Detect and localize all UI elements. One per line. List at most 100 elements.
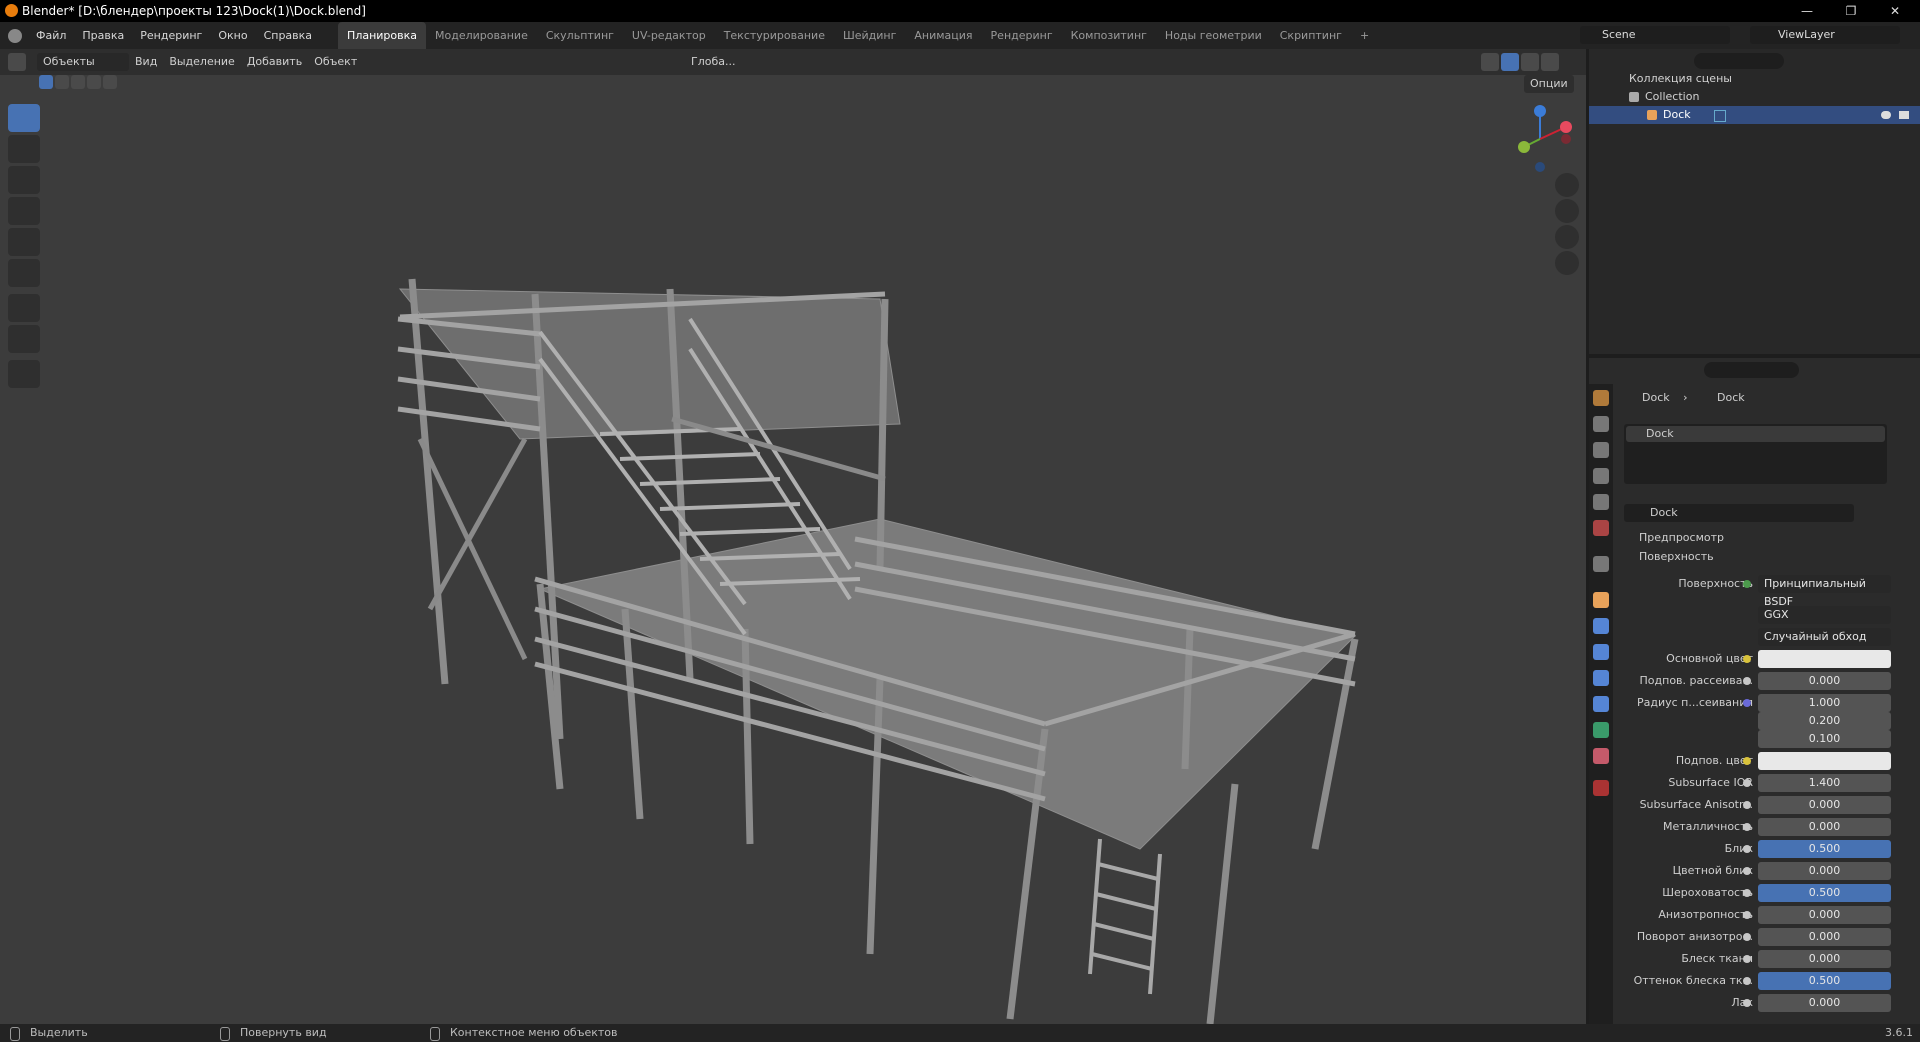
particles-tab-icon[interactable] xyxy=(1593,644,1609,660)
tab-scripting[interactable]: Скриптинг xyxy=(1271,22,1351,49)
select-extend-icon[interactable] xyxy=(55,75,69,89)
measure-tool[interactable] xyxy=(8,325,40,353)
menu-add[interactable]: Добавить xyxy=(241,53,308,71)
surface-shader-field[interactable]: Принципиальный BSDF xyxy=(1758,575,1891,608)
subsurface-method-dropdown[interactable]: Случайный обход xyxy=(1758,628,1891,646)
annotate-tool[interactable] xyxy=(8,294,40,322)
3d-viewport[interactable] xyxy=(0,49,1586,1024)
data-tab-icon[interactable] xyxy=(1593,722,1609,738)
add-cube-tool[interactable] xyxy=(8,360,40,388)
base-color-swatch[interactable] xyxy=(1758,650,1891,668)
rendered-shading-icon[interactable] xyxy=(1541,53,1559,71)
render-tab-icon[interactable] xyxy=(1593,416,1609,432)
outliner-row-collection[interactable]: Collection xyxy=(1589,88,1920,106)
menu-view[interactable]: Вид xyxy=(129,53,163,71)
outliner-row-dock[interactable]: Dock xyxy=(1589,106,1920,124)
view-layer-tab-icon[interactable] xyxy=(1593,468,1609,484)
outliner-search-field[interactable] xyxy=(1694,53,1784,69)
distribution-dropdown[interactable]: GGX xyxy=(1758,606,1891,624)
ortho-grid-icon[interactable] xyxy=(1555,251,1579,275)
sheen-field[interactable]: 0.000 xyxy=(1758,950,1891,968)
material-tab-icon[interactable] xyxy=(1593,748,1609,764)
world-tab-icon[interactable] xyxy=(1593,520,1609,536)
zoom-icon[interactable] xyxy=(1555,173,1579,197)
menu-help[interactable]: Справка xyxy=(256,22,320,49)
solid-shading-icon[interactable] xyxy=(1501,53,1519,71)
tab-layout[interactable]: Планировка xyxy=(338,22,427,49)
tool-tab-icon[interactable] xyxy=(1593,390,1609,406)
transform-tool[interactable] xyxy=(8,259,40,287)
scale-tool[interactable] xyxy=(8,228,40,256)
maximize-button[interactable]: ❐ xyxy=(1828,0,1874,22)
subsurface-radius-y-field[interactable]: 0.200 xyxy=(1758,712,1891,730)
select-intersect-icon[interactable] xyxy=(103,75,117,89)
metallic-field[interactable]: 0.000 xyxy=(1758,818,1891,836)
tab-animation[interactable]: Анимация xyxy=(905,22,981,49)
select-invert-icon[interactable] xyxy=(87,75,101,89)
pan-hand-icon[interactable] xyxy=(1555,199,1579,223)
tab-compositing[interactable]: Композитинг xyxy=(1062,22,1156,49)
mode-selector[interactable]: Объекты xyxy=(37,53,129,71)
options-dropdown[interactable]: Опции xyxy=(1524,75,1574,93)
material-shading-icon[interactable] xyxy=(1521,53,1539,71)
editor-type-icon[interactable] xyxy=(8,53,26,71)
menu-edit[interactable]: Правка xyxy=(74,22,132,49)
render-camera-icon[interactable] xyxy=(1899,111,1909,119)
anisotropic-field[interactable]: 0.000 xyxy=(1758,906,1891,924)
close-button[interactable]: ✕ xyxy=(1872,0,1918,22)
mesh-data-icon[interactable] xyxy=(1714,110,1726,122)
add-workspace-button[interactable]: + xyxy=(1351,22,1378,49)
tab-sculpting[interactable]: Скульптинг xyxy=(537,22,623,49)
anisotropic-rotation-field[interactable]: 0.000 xyxy=(1758,928,1891,946)
roughness-field[interactable]: 0.500 xyxy=(1758,884,1891,902)
subsurface-color-swatch[interactable] xyxy=(1758,752,1891,770)
subsurface-field[interactable]: 0.000 xyxy=(1758,672,1891,690)
move-tool[interactable] xyxy=(8,166,40,194)
constraints-tab-icon[interactable] xyxy=(1593,696,1609,712)
select-box-tool[interactable] xyxy=(8,104,40,132)
menu-object[interactable]: Объект xyxy=(308,53,363,71)
navigation-gizmo[interactable] xyxy=(1500,99,1580,179)
output-tab-icon[interactable] xyxy=(1593,442,1609,458)
modifier-tab-icon[interactable] xyxy=(1593,618,1609,634)
material-slot-item[interactable]: Dock xyxy=(1626,426,1885,442)
preview-panel-header[interactable]: Предпросмотр xyxy=(1639,530,1724,546)
menu-file[interactable]: Файл xyxy=(28,22,74,49)
tab-texture-paint[interactable]: Текстурирование xyxy=(715,22,834,49)
subsurface-ior-field[interactable]: 1.400 xyxy=(1758,774,1891,792)
collection-tab-icon[interactable] xyxy=(1593,556,1609,572)
visibility-eye-icon[interactable] xyxy=(1881,111,1891,119)
menu-window[interactable]: Окно xyxy=(210,22,255,49)
minimize-button[interactable]: — xyxy=(1784,0,1830,22)
subsurface-radius-x-field[interactable]: 1.000 xyxy=(1758,694,1891,712)
wireframe-shading-icon[interactable] xyxy=(1481,53,1499,71)
properties-search-field[interactable] xyxy=(1704,362,1799,378)
specular-field[interactable]: 0.500 xyxy=(1758,840,1891,858)
outliner-row-scene-collection[interactable]: Коллекция сцены xyxy=(1589,70,1920,88)
tab-modeling[interactable]: Моделирование xyxy=(426,22,537,49)
tab-geometry-nodes[interactable]: Ноды геометрии xyxy=(1156,22,1271,49)
subsurface-radius-z-field[interactable]: 0.100 xyxy=(1758,730,1891,748)
tab-rendering[interactable]: Рендеринг xyxy=(982,22,1062,49)
rotate-tool[interactable] xyxy=(8,197,40,225)
scene-tab-icon[interactable] xyxy=(1593,494,1609,510)
physics-tab-icon[interactable] xyxy=(1593,670,1609,686)
blender-menu-icon[interactable] xyxy=(8,28,22,43)
cursor-tool[interactable] xyxy=(8,135,40,163)
material-selector[interactable]: Dock xyxy=(1624,504,1854,522)
view-layer-selector[interactable]: ViewLayer xyxy=(1750,26,1900,44)
menu-render[interactable]: Рендеринг xyxy=(132,22,210,49)
scene-selector[interactable]: Scene xyxy=(1580,26,1730,44)
tab-uv-editing[interactable]: UV-редактор xyxy=(623,22,715,49)
orientation-selector[interactable]: Глоба... xyxy=(685,53,741,71)
surface-panel-header[interactable]: Поверхность xyxy=(1639,549,1714,565)
sheen-tint-field[interactable]: 0.500 xyxy=(1758,972,1891,990)
select-subtract-icon[interactable] xyxy=(71,75,85,89)
camera-view-icon[interactable] xyxy=(1555,225,1579,249)
menu-select[interactable]: Выделение xyxy=(163,53,241,71)
material-slot-list[interactable]: Dock xyxy=(1624,424,1887,484)
clearcoat-field[interactable]: 0.000 xyxy=(1758,994,1891,1012)
object-tab-icon[interactable] xyxy=(1593,592,1609,608)
specular-tint-field[interactable]: 0.000 xyxy=(1758,862,1891,880)
texture-tab-icon[interactable] xyxy=(1593,780,1609,796)
